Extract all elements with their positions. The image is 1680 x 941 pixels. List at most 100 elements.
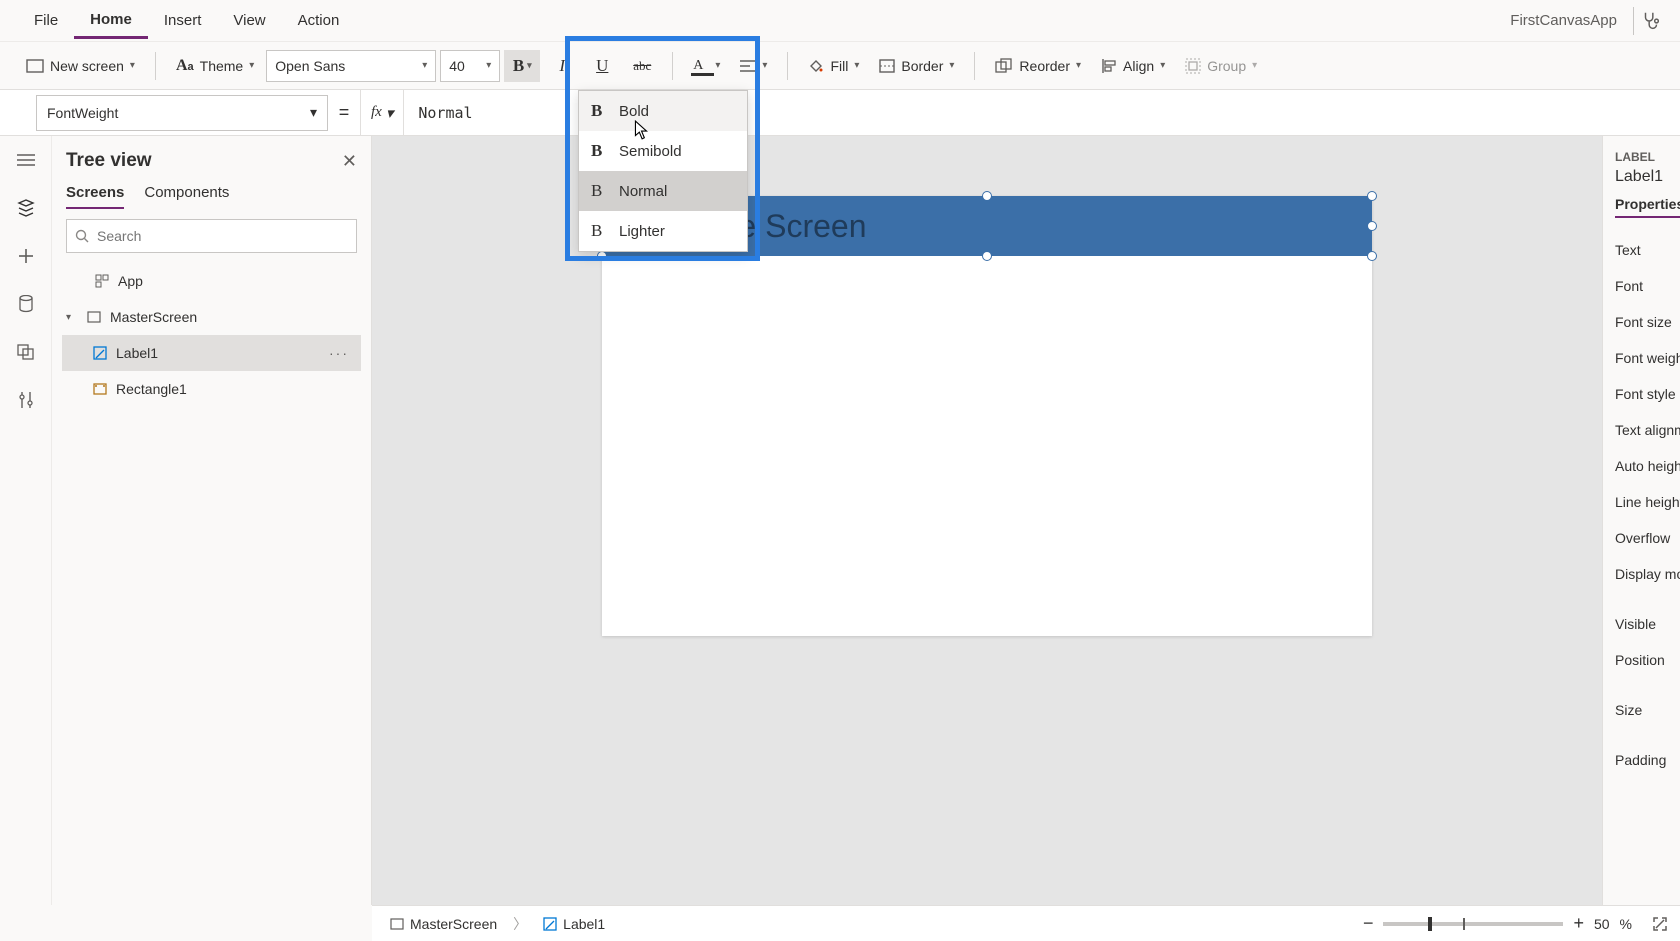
app-icon xyxy=(94,273,110,289)
tab-screens[interactable]: Screens xyxy=(66,184,124,209)
font-select[interactable]: Open Sans ▾ xyxy=(266,50,436,82)
selection-handle[interactable] xyxy=(1367,221,1377,231)
selection-handle[interactable] xyxy=(1367,191,1377,201)
font-weight-dropdown: BBold BSemibold BNormal BLighter xyxy=(578,90,748,252)
font-weight-option-bold[interactable]: BBold xyxy=(579,91,747,131)
data-icon[interactable] xyxy=(14,292,38,316)
tree-item-label: Rectangle1 xyxy=(116,381,187,397)
diagnostics-icon[interactable] xyxy=(1640,10,1662,32)
strikethrough-button[interactable]: abc xyxy=(624,50,660,82)
menu-file[interactable]: File xyxy=(18,4,74,37)
media-icon[interactable] xyxy=(14,340,38,364)
prop-row[interactable]: Overflow xyxy=(1615,520,1668,556)
prop-row[interactable]: Font size xyxy=(1615,304,1668,340)
fx-button[interactable]: fx▾ xyxy=(360,90,404,135)
prop-row[interactable]: Position xyxy=(1615,642,1668,678)
fit-screen-icon[interactable] xyxy=(1652,916,1668,932)
prop-row[interactable]: Text xyxy=(1615,232,1668,268)
rectangle-icon xyxy=(92,381,108,397)
chevron-down-icon: ▾ xyxy=(1252,60,1257,71)
font-weight-option-semibold[interactable]: BSemibold xyxy=(579,131,747,171)
bold-button[interactable]: B▾ xyxy=(504,50,540,82)
selection-handle[interactable] xyxy=(1367,251,1377,261)
zoom-slider[interactable] xyxy=(1383,922,1563,926)
prop-row[interactable]: Padding xyxy=(1615,742,1668,778)
border-button[interactable]: Border ▾ xyxy=(871,54,962,78)
search-field[interactable] xyxy=(97,228,348,244)
font-size-value: 40 xyxy=(449,58,465,74)
hamburger-icon[interactable] xyxy=(14,148,38,172)
insert-icon[interactable] xyxy=(14,244,38,268)
property-dropdown[interactable]: FontWeight ▾ xyxy=(36,95,328,131)
prop-row[interactable]: Text alignment xyxy=(1615,412,1668,448)
close-icon[interactable]: ✕ xyxy=(342,151,357,172)
selection-handle[interactable] xyxy=(982,191,992,201)
menu-action[interactable]: Action xyxy=(282,4,356,37)
selection-handle[interactable] xyxy=(597,251,607,261)
option-label: Bold xyxy=(619,103,649,120)
border-icon xyxy=(879,59,895,73)
tree-item-app[interactable]: App xyxy=(62,263,361,299)
left-rail xyxy=(0,136,52,905)
canvas-area[interactable]: Title of the Screen xyxy=(372,136,1602,905)
tree-item-label: App xyxy=(118,273,143,289)
align-label: Align xyxy=(1123,58,1154,74)
prop-row[interactable]: Visible xyxy=(1615,606,1668,642)
tree-item-label1[interactable]: Label1 ··· xyxy=(62,335,361,371)
underline-button[interactable]: U xyxy=(584,50,620,82)
prop-row[interactable]: Size xyxy=(1615,692,1668,728)
chevron-down-icon[interactable]: ▾ xyxy=(66,312,78,323)
tree-view-icon[interactable] xyxy=(14,196,38,220)
breadcrumb-label1[interactable]: Label1 xyxy=(537,914,611,934)
prop-row[interactable]: Line height xyxy=(1615,484,1668,520)
font-weight-option-lighter[interactable]: BLighter xyxy=(579,211,747,251)
option-label: Normal xyxy=(619,183,667,200)
prop-row[interactable]: Display mode xyxy=(1615,556,1668,592)
chevron-down-icon: ▾ xyxy=(310,104,317,121)
selection-handle[interactable] xyxy=(982,251,992,261)
italic-button[interactable]: I xyxy=(544,50,580,82)
option-label: Semibold xyxy=(619,143,682,160)
prop-row[interactable]: Font weight xyxy=(1615,340,1668,376)
prop-row[interactable]: Font xyxy=(1615,268,1668,304)
theme-button[interactable]: Aa Theme ▾ xyxy=(168,53,262,79)
align-icon xyxy=(740,59,756,73)
tab-components[interactable]: Components xyxy=(144,184,229,209)
new-screen-label: New screen xyxy=(50,58,124,74)
tree-item-rectangle[interactable]: Rectangle1 xyxy=(62,371,361,407)
chevron-down-icon: ▾ xyxy=(1160,60,1165,71)
tab-properties[interactable]: Properties xyxy=(1615,196,1680,218)
search-input[interactable] xyxy=(66,219,357,253)
chevron-down-icon: ▾ xyxy=(486,60,491,71)
prop-row[interactable]: Auto height xyxy=(1615,448,1668,484)
zoom-in-button[interactable]: + xyxy=(1573,913,1584,934)
reorder-button[interactable]: Reorder ▾ xyxy=(987,54,1089,78)
tree-item-label: Label1 xyxy=(116,345,158,361)
more-icon[interactable]: ··· xyxy=(329,345,349,361)
chevron-down-icon: ▾ xyxy=(422,60,427,71)
zoom-out-button[interactable]: − xyxy=(1363,913,1374,934)
text-align-button[interactable]: ▾ xyxy=(732,55,775,77)
align-button[interactable]: Align ▾ xyxy=(1093,54,1173,78)
font-size-select[interactable]: 40 ▾ xyxy=(440,50,500,82)
new-screen-button[interactable]: New screen ▾ xyxy=(18,54,143,78)
advanced-icon[interactable] xyxy=(14,388,38,412)
group-button[interactable]: Group ▾ xyxy=(1177,54,1265,78)
chevron-down-icon: ▾ xyxy=(130,60,135,71)
breadcrumb-screen[interactable]: MasterScreen xyxy=(384,914,503,934)
menu-home[interactable]: Home xyxy=(74,3,148,39)
font-color-button[interactable]: A▾ xyxy=(685,54,728,78)
menu-insert[interactable]: Insert xyxy=(148,4,218,37)
font-weight-option-normal[interactable]: BNormal xyxy=(579,171,747,211)
option-label: Lighter xyxy=(619,223,665,240)
tree-item-screen[interactable]: ▾ MasterScreen xyxy=(62,299,361,335)
chevron-down-icon: ▾ xyxy=(949,60,954,71)
search-icon xyxy=(75,229,89,243)
border-label: Border xyxy=(901,58,943,74)
fill-button[interactable]: Fill ▾ xyxy=(800,54,867,78)
screen-canvas[interactable]: Title of the Screen xyxy=(602,196,1372,636)
screen-icon xyxy=(390,918,404,930)
menu-view[interactable]: View xyxy=(217,4,281,37)
breadcrumb-label: MasterScreen xyxy=(410,916,497,932)
prop-row[interactable]: Font style xyxy=(1615,376,1668,412)
